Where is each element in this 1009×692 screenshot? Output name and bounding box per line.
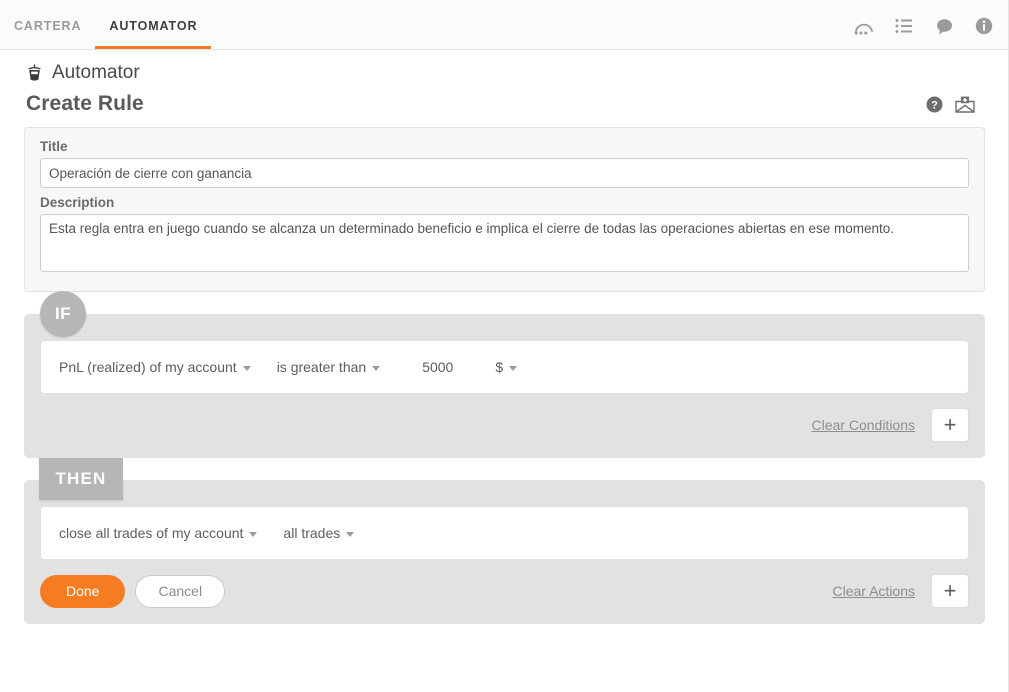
svg-text:?: ?	[931, 99, 938, 111]
add-action-button[interactable]: +	[931, 574, 969, 608]
then-block-wrapper: THEN close all trades of my account all …	[24, 458, 985, 624]
chevron-down-icon	[509, 365, 518, 371]
top-tab-bar: CARTERA AUTOMATOR	[0, 0, 1009, 50]
title-label: Title	[40, 139, 68, 154]
if-block: PnL (realized) of my account is greater …	[24, 314, 985, 458]
rule-meta-panel: Title Description	[24, 127, 985, 292]
clear-actions-link[interactable]: Clear Actions	[833, 583, 915, 599]
condition-subject-dropdown[interactable]: PnL (realized) of my account	[59, 359, 251, 375]
action-type-dropdown[interactable]: close all trades of my account	[59, 525, 258, 541]
cancel-button[interactable]: Cancel	[135, 574, 226, 608]
chat-bubble-icon[interactable]	[933, 15, 955, 37]
done-button[interactable]: Done	[40, 574, 126, 608]
clear-conditions-link[interactable]: Clear Conditions	[812, 417, 916, 433]
support-arc-icon[interactable]	[853, 15, 875, 37]
then-block: close all trades of my account all trade…	[24, 480, 985, 624]
list-icon[interactable]	[893, 15, 915, 37]
page-title: Create Rule	[26, 92, 144, 115]
tab-cartera[interactable]: CARTERA	[0, 0, 95, 49]
chevron-down-icon	[242, 365, 251, 371]
form-action-buttons: Done Cancel	[40, 574, 226, 608]
chevron-down-icon	[249, 531, 258, 537]
description-input[interactable]	[40, 214, 969, 272]
info-icon[interactable]	[973, 15, 995, 37]
condition-value-input[interactable]: 5000	[422, 359, 453, 375]
if-block-footer: Clear Conditions +	[40, 408, 969, 442]
condition-unit-label: $	[495, 359, 504, 375]
condition-subject-label: PnL (realized) of my account	[59, 359, 237, 375]
page-header-icon-group: ?	[926, 96, 975, 113]
action-scope-dropdown[interactable]: all trades	[283, 525, 355, 541]
action-scope-label: all trades	[283, 525, 341, 541]
title-input[interactable]	[40, 158, 969, 188]
description-label: Description	[40, 195, 115, 210]
then-block-footer: Done Cancel Clear Actions +	[40, 574, 969, 608]
then-badge: THEN	[39, 458, 123, 500]
if-block-wrapper: IF PnL (realized) of my account is great…	[24, 291, 985, 458]
page-header: Create Rule ?	[0, 90, 1009, 116]
condition-unit-dropdown[interactable]: $	[495, 359, 518, 375]
condition-operator-label: is greater than	[276, 359, 367, 375]
if-badge: IF	[40, 291, 86, 337]
action-type-label: close all trades of my account	[59, 525, 244, 541]
topbar-icon-group	[853, 15, 995, 49]
condition-operator-dropdown[interactable]: is greater than	[277, 359, 381, 375]
action-row: close all trades of my account all trade…	[40, 506, 969, 560]
robot-icon	[26, 64, 43, 82]
chevron-down-icon	[372, 365, 381, 371]
chevron-down-icon	[346, 531, 355, 537]
app-title: Automator	[52, 62, 140, 83]
help-icon[interactable]: ?	[926, 96, 943, 113]
condition-row: PnL (realized) of my account is greater …	[40, 340, 969, 394]
add-condition-button[interactable]: +	[931, 408, 969, 442]
tab-list: CARTERA AUTOMATOR	[0, 0, 212, 49]
tab-automator[interactable]: AUTOMATOR	[95, 0, 212, 49]
send-feedback-icon[interactable]	[955, 96, 975, 113]
app-title-row: Automator	[0, 50, 1009, 90]
